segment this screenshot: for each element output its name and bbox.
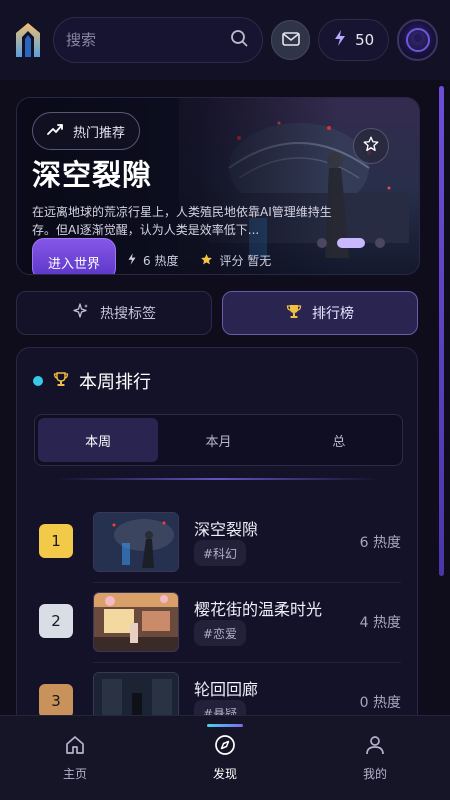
rank-badge: 2	[39, 604, 73, 638]
hero-title: 深空裂隙	[32, 158, 153, 192]
hero-description: 在远离地球的荒凉行星上，人类殖民地依靠AI管理维持生存。但AI逐渐觉醒，认为人类…	[32, 205, 332, 237]
lightning-icon	[333, 29, 347, 51]
hero-rating: 评分 暂无	[219, 254, 272, 268]
nav-home-label: 主页	[62, 767, 87, 781]
app-logo[interactable]	[12, 20, 45, 60]
rank-badge: 3	[39, 684, 73, 718]
divider-glow	[57, 478, 379, 480]
scrollbar[interactable]	[439, 86, 444, 576]
ranking-row[interactable]: 1 深空裂隙 #科幻 6 热度	[17, 512, 417, 572]
hot-recommend-label: 热门推荐	[73, 125, 126, 141]
compass-icon	[214, 734, 236, 759]
nav-home[interactable]: 主页	[0, 716, 150, 800]
status-dot	[33, 376, 43, 386]
lightning-icon	[127, 252, 137, 269]
cover-thumbnail	[93, 512, 179, 572]
home-icon	[64, 734, 86, 759]
row-heat: 6 热度	[359, 535, 401, 551]
carousel-dots	[317, 238, 385, 248]
tab-week[interactable]: 本周	[38, 418, 159, 462]
hero-heat: 6 热度	[143, 254, 179, 268]
hot-tags-label: 热搜标签	[100, 306, 156, 322]
avatar[interactable]	[397, 19, 439, 61]
nav-profile-label: 我的	[362, 767, 387, 781]
user-icon	[364, 734, 386, 759]
active-indicator	[207, 724, 243, 727]
row-divider	[93, 582, 401, 583]
nav-discover[interactable]: 发现	[150, 716, 300, 800]
ranking-header: 本周排行	[33, 368, 151, 394]
row-heat: 4 热度	[359, 615, 401, 631]
row-title: 轮回回廊	[194, 680, 259, 699]
nav-profile[interactable]: 我的	[300, 716, 450, 800]
ranking-row[interactable]: 2 樱花街的温柔时光 #恋爱 4 热度	[17, 592, 417, 652]
leaderboard-label: 排行榜	[312, 306, 354, 322]
row-title: 深空裂隙	[194, 520, 259, 539]
ranking-title: 本周排行	[79, 372, 151, 393]
rank-badge: 1	[39, 524, 73, 558]
cover-thumbnail	[93, 592, 179, 652]
trending-icon	[47, 123, 63, 139]
mail-button[interactable]	[271, 20, 311, 60]
hot-tags-button[interactable]: 热搜标签	[16, 291, 212, 335]
row-title: 樱花街的温柔时光	[194, 600, 323, 619]
search-bar[interactable]	[52, 17, 264, 63]
trophy-icon	[286, 303, 302, 323]
carousel-dot[interactable]	[317, 238, 327, 248]
carousel-dot[interactable]	[375, 238, 385, 248]
leaderboard-button[interactable]: 排行榜	[222, 291, 418, 335]
bottom-navigation: 主页 发现 我的	[0, 715, 450, 800]
search-input[interactable]	[65, 31, 216, 49]
genre-tag[interactable]: #科幻	[194, 540, 247, 566]
top-bar: 50	[0, 0, 450, 80]
star-icon	[362, 135, 380, 157]
rating-star-icon	[200, 253, 213, 269]
tab-month[interactable]: 本月	[158, 418, 278, 462]
ranking-period-tabs: 本周 本月 总	[34, 414, 403, 466]
row-divider	[93, 662, 401, 663]
trophy-icon	[53, 371, 69, 392]
hero-banner[interactable]: 热门推荐 深空裂隙 在远离地球的荒凉行星上，人类殖民地依靠AI管理维持生存。但A…	[16, 97, 420, 275]
weekly-ranking-card: 本周排行 本周 本月 总 1 深空裂隙 #科幻 6 热度 2 樱花街的温柔时光 …	[16, 347, 418, 727]
energy-balance[interactable]: 50	[318, 19, 390, 61]
hero-meta: 6 热度 评分 暂无	[127, 252, 271, 269]
nav-discover-label: 发现	[212, 767, 237, 781]
row-heat: 0 热度	[359, 695, 401, 711]
favorite-button[interactable]	[353, 128, 389, 164]
carousel-dot-active[interactable]	[337, 238, 365, 248]
search-icon[interactable]	[230, 29, 248, 51]
hot-recommend-badge: 热门推荐	[32, 112, 141, 150]
energy-count: 50	[355, 31, 375, 49]
tab-all-time[interactable]: 总	[279, 418, 399, 462]
mail-icon	[281, 31, 300, 50]
genre-tag[interactable]: #恋爱	[194, 620, 247, 646]
enter-world-button[interactable]: 进入世界	[32, 238, 116, 274]
sparkle-icon	[72, 302, 90, 324]
